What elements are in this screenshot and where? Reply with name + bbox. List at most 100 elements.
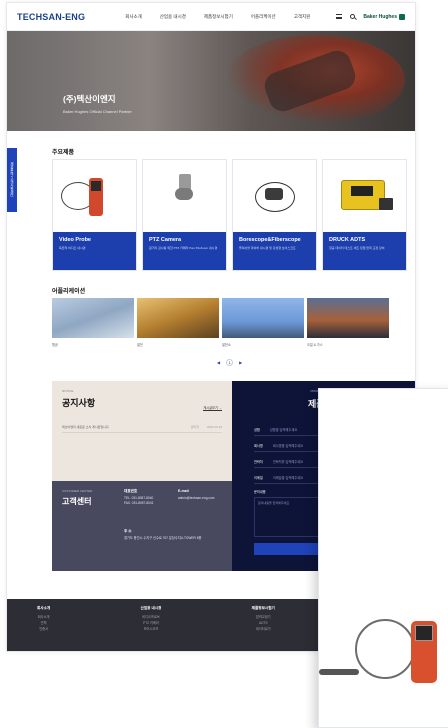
application-caption: 발전소 [222,343,231,347]
application-card[interactable]: 항공 [52,298,134,347]
partner-logo: Baker Hughes [363,13,405,20]
field-label: 연락처 [254,460,263,464]
application-caption: 항공 [52,343,58,347]
footer-link[interactable]: 보어스코프 [141,626,162,632]
site-logo[interactable]: TECHSAN-ENG [17,12,85,22]
footer-column-heading[interactable]: 회사소개 [37,605,50,611]
probe-screen-shape [91,181,101,191]
email-address[interactable]: admin@techsan-eng.com [178,496,226,501]
menu-item-application[interactable]: 어플리케이션 [251,14,276,20]
product-info: DRUCK ADTS 항공 데이터 테스트 세트 정밀 압력 교정 장비 [323,232,406,270]
prev-arrow-icon[interactable]: ◀ [217,360,220,365]
application-image [307,298,389,338]
field-label: 회사명 [254,444,263,448]
product-name: Borescope&Fiberscope [239,237,301,243]
carousel-pager: ◀ 1 ▶ [217,359,242,366]
product-image [323,160,406,232]
nav-right: Baker Hughes [336,13,405,20]
application-caption: 발전 [137,343,143,347]
product-image [233,160,316,232]
footer-column-heading[interactable]: 제품정보시험기 [252,605,275,611]
application-image [52,298,134,338]
partner-logo-mark-icon [399,13,405,20]
product-info: PTZ Camera 원거리 검사를 위한 PTZ 카메라 Pan-Tilt-Z… [143,232,226,270]
product-info: Video Probe 독립적 비디오 내시경 [53,232,136,270]
application-card[interactable]: 발전소 [222,298,304,347]
ptz-head-shape [175,188,193,200]
menu-item-test-equipment[interactable]: 제품정보시험기 [204,14,233,20]
product-desc: 독립적 비디오 내시경 [59,246,86,250]
menu-icon[interactable] [336,14,343,19]
field-placeholder[interactable]: 성함을 입력해주세요 [270,427,297,432]
footer-column: 회사소개 회사소개 연혁 인증서 [37,605,50,649]
message-label: 문의내용 [254,490,266,494]
field-label: 성함 [254,428,260,432]
email-label: E-mail [178,489,189,493]
druck-screen-shape [351,186,373,196]
product-name: PTZ Camera [149,237,182,243]
application-card[interactable]: 발전 [137,298,219,347]
product-info: Borescope&Fiberscope 플렉서블 파이버 내시경 및 강성형 … [233,232,316,270]
borescope-head-shape [265,188,283,200]
product-name: Video Probe [59,237,91,243]
notice-row-meta: 관리자 2023.10.10 [191,425,222,429]
product-card-borescope[interactable]: Borescope&Fiberscope 플렉서블 파이버 내시경 및 강성형 … [232,159,317,271]
notice-tag: NOTICE [62,389,74,393]
product-image [53,160,136,232]
pager-current[interactable]: 1 [226,359,234,366]
product-card-video-probe[interactable]: Video Probe 독립적 비디오 내시경 [52,159,137,271]
footer-column-heading[interactable]: 산업용 내시경 [141,605,162,611]
phone-label: 대표번호 [124,489,138,493]
application-list: 항공 발전 발전소 오일 & 가스 [52,298,389,347]
application-card[interactable]: 오일 & 가스 [307,298,389,347]
product-card-ptz-camera[interactable]: PTZ Camera 원거리 검사를 위한 PTZ 카메라 Pan-Tilt-Z… [142,159,227,271]
notice-row-author: 관리자 [190,425,199,429]
product-detail-mockup [318,388,448,728]
applications-heading: 어플리케이션 [52,289,86,295]
notice-row[interactable]: 텍산이엔지 새로운 소식 게시판입니다. 관리자 2023.10.10 [62,425,222,433]
product-image [143,160,226,232]
product-desc: 항공 데이터 테스트 세트 정밀 압력 교정 장비 [329,246,385,250]
notice-panel: NOTICE 공지사항 게시글보기 → 텍산이엔지 새로운 소식 게시판입니다.… [52,381,232,481]
side-inquiry-tab[interactable]: 제품문의·고객지원센터 [7,148,17,212]
product-name: DRUCK ADTS [329,237,366,243]
phone-block: 대표번호 TEL. 031-8057-8040 FAX. 031-8057-80… [124,489,153,506]
notice-more-link[interactable]: 게시글보기 → [203,405,222,411]
address-text: 경기도 용인시 수지구 신수로 767 분당수지U-TOWER 8층 [124,536,202,540]
menu-item-company[interactable]: 회사소개 [125,14,142,20]
footer-column: 제품정보시험기 압력교정기 ADTS 데이터로거 [252,605,275,649]
fax-number: FAX. 031-8057-8041 [124,501,154,505]
field-placeholder[interactable]: 이메일을 입력해주세요 [273,475,303,480]
application-image [137,298,219,338]
footer-link[interactable]: 데이터로거 [252,626,275,632]
product-list: Video Probe 독립적 비디오 내시경 PTZ Camera 원거리 검… [52,159,407,271]
product-desc: 플렉서블 파이버 내시경 및 강성형 보어스코프 [239,246,296,250]
hero-title: (주)텍산이엔지 [63,94,116,104]
search-icon[interactable] [350,14,356,19]
products-heading: 주요제품 [52,150,75,156]
footer-link[interactable]: 인증서 [37,626,50,632]
product-desc: 원거리 검사를 위한 PTZ 카메라 Pan-Tilt-Zoom 내시경 [149,246,218,250]
menu-item-endoscope[interactable]: 산업용 내시경 [160,14,186,20]
menu-item-support[interactable]: 고객지원 [294,14,311,20]
field-placeholder[interactable]: 회사명을 입력해주세요 [273,443,303,448]
notice-title: 공지사항 [62,398,96,408]
main-menu: 회사소개 산업용 내시경 제품정보시험기 어플리케이션 고객지원 [125,14,310,20]
probe-screen-shape [415,625,433,641]
probe-cable-shape [355,619,415,679]
address-label: 주 소 [124,529,132,533]
customer-center-panel: CUSTOMER CENTER 고객센터 대표번호 TEL. 031-8057-… [52,481,232,571]
partner-logo-text: Baker Hughes [363,13,397,20]
next-arrow-icon[interactable]: ▶ [239,360,242,365]
address-block: 주 소 경기도 용인시 수지구 신수로 767 분당수지U-TOWER 8층 [124,529,224,541]
hero-subtitle: Baker Hughes Official Channel Partner [63,109,132,114]
application-image [222,298,304,338]
druck-tablet-shape [379,198,393,210]
email-block: E-mail admin@techsan-eng.com [178,489,226,501]
hero-banner: (주)텍산이엔지 Baker Hughes Official Channel P… [7,31,415,131]
field-label: 이메일 [254,476,263,480]
field-placeholder[interactable]: 연락처를 입력해주세요 [273,459,303,464]
footer-column: 산업용 내시경 비디오프로브 PTZ 카메라 보어스코프 [141,605,162,649]
top-navigation: TECHSAN-ENG 회사소개 산업용 내시경 제품정보시험기 어플리케이션 … [7,3,415,31]
product-card-druck-adts[interactable]: DRUCK ADTS 항공 데이터 테스트 세트 정밀 압력 교정 장비 [322,159,407,271]
